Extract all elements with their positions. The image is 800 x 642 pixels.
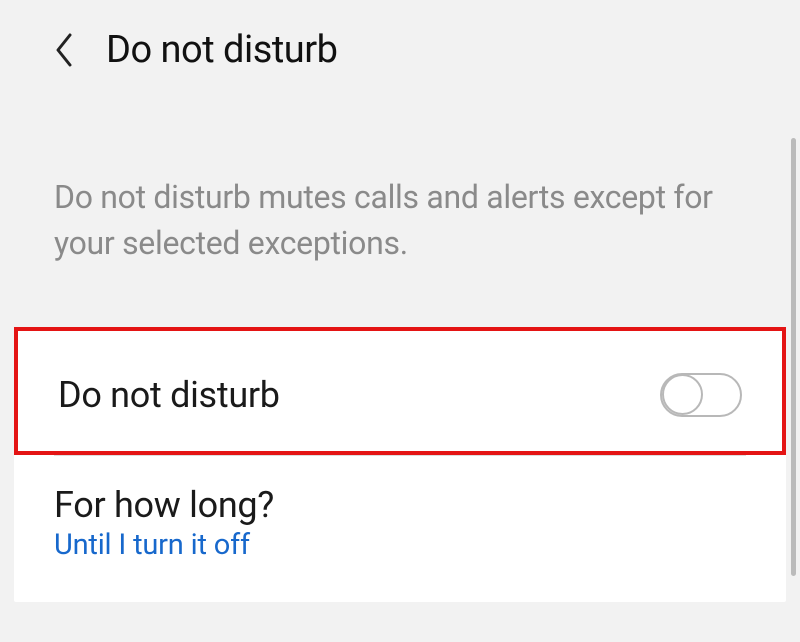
toggle-knob — [662, 374, 703, 415]
duration-row[interactable]: For how long? Until I turn it off — [14, 456, 786, 602]
dnd-label: Do not disturb — [58, 374, 280, 416]
dnd-toggle-row[interactable]: Do not disturb — [14, 327, 786, 455]
settings-panel: Do not disturb For how long? Until I tur… — [14, 327, 786, 602]
dnd-toggle[interactable] — [660, 373, 742, 417]
scrollbar[interactable] — [791, 138, 796, 576]
back-button[interactable] — [50, 30, 78, 70]
duration-value: Until I turn it off — [54, 528, 746, 562]
duration-label: For how long? — [54, 484, 746, 526]
page-title: Do not disturb — [106, 28, 337, 72]
header: Do not disturb — [0, 0, 800, 92]
chevron-left-icon — [54, 33, 74, 67]
description-text: Do not disturb mutes calls and alerts ex… — [0, 92, 800, 327]
